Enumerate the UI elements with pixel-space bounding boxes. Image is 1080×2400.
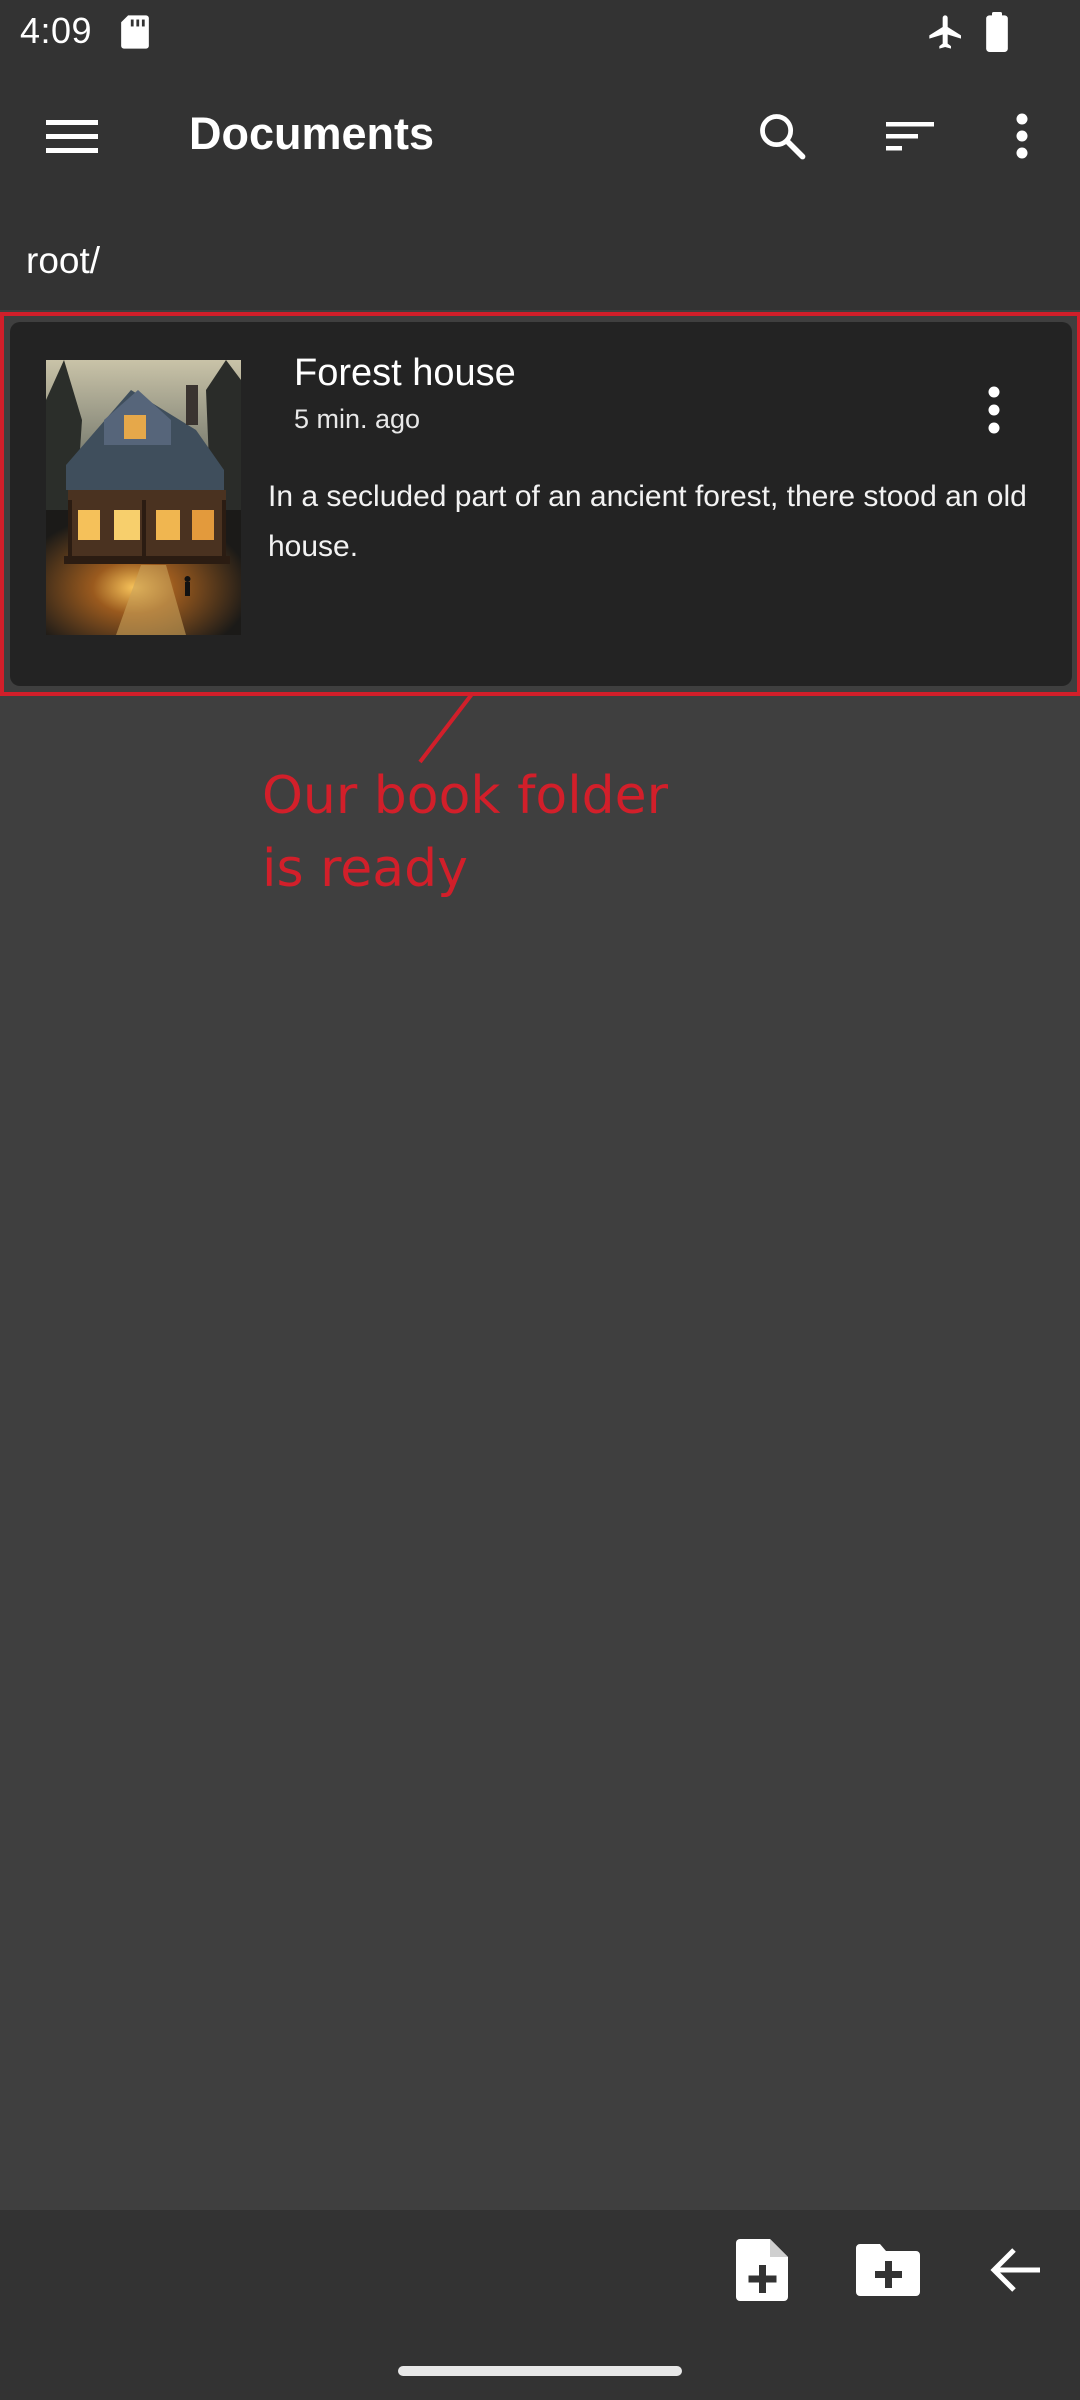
sd-card-icon xyxy=(121,15,149,49)
new-document-button[interactable] xyxy=(726,2234,798,2306)
search-icon xyxy=(760,114,806,160)
search-button[interactable] xyxy=(746,100,818,172)
new-folder-button[interactable] xyxy=(852,2234,924,2306)
back-arrow-icon xyxy=(990,2248,1040,2292)
status-bar: 4:09 xyxy=(0,0,1080,64)
sort-icon xyxy=(886,122,934,151)
app-bar: Documents xyxy=(0,64,1080,210)
overflow-menu-button[interactable] xyxy=(986,100,1058,172)
battery-icon xyxy=(986,12,1008,52)
new-folder-icon xyxy=(856,2244,920,2296)
airplane-mode-icon xyxy=(929,15,961,49)
more-vert-icon xyxy=(1016,113,1028,159)
annotation-line-2: is ready xyxy=(262,839,468,899)
status-time: 4:09 xyxy=(20,10,93,51)
annotation-text: Our book folder is ready xyxy=(262,760,712,906)
annotation-highlight-frame xyxy=(0,312,1080,696)
annotation-line-1: Our book folder xyxy=(262,766,669,826)
sort-button[interactable] xyxy=(874,100,946,172)
screen: 4:09 Documents root/ Forest house 5 min.… xyxy=(0,0,1080,2400)
bottom-action-bar xyxy=(0,2210,1080,2400)
breadcrumb[interactable]: root/ xyxy=(26,240,100,282)
home-indicator[interactable] xyxy=(398,2366,682,2376)
back-button[interactable] xyxy=(980,2234,1052,2306)
new-document-icon xyxy=(736,2239,788,2301)
hamburger-menu-button[interactable] xyxy=(36,100,108,172)
page-title: Documents xyxy=(189,108,435,159)
hamburger-menu-icon xyxy=(46,120,98,153)
breadcrumb-bar: root/ xyxy=(0,210,1080,310)
